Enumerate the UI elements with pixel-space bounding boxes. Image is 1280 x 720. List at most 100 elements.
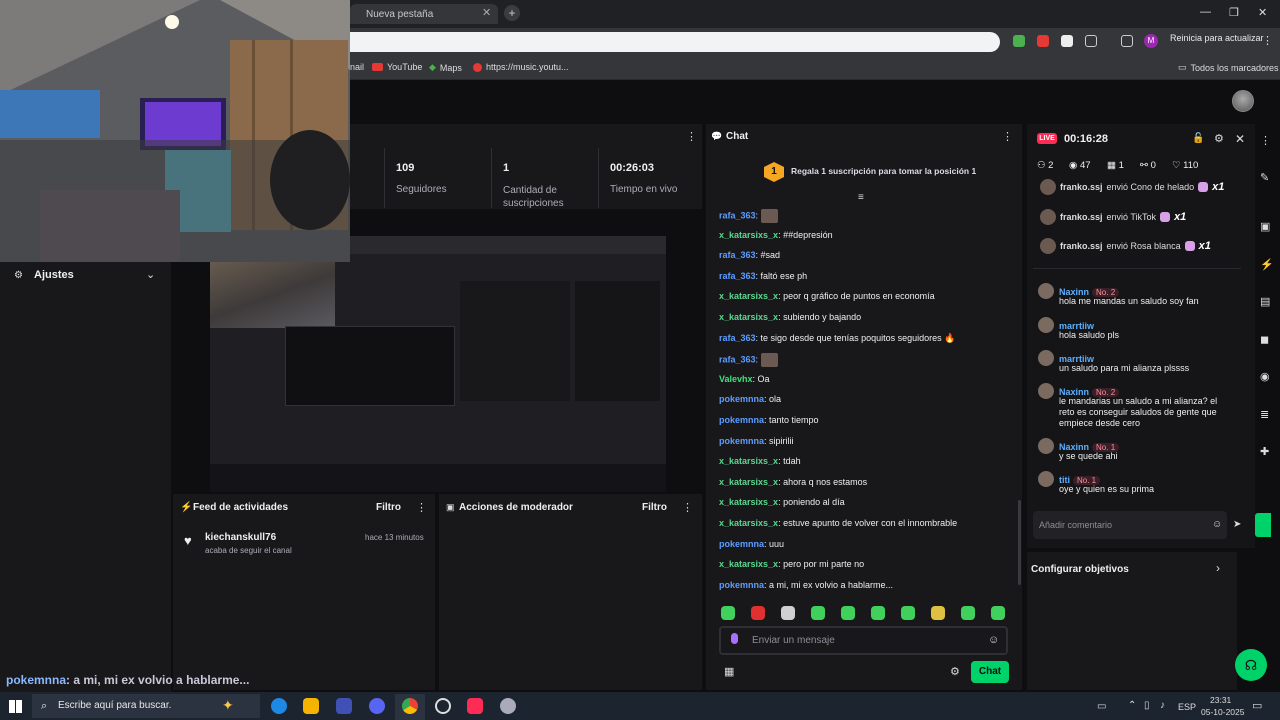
profile-avatar[interactable]: M bbox=[1144, 34, 1158, 48]
chat-username[interactable]: x_katarsixs_x bbox=[719, 518, 778, 528]
chat-username[interactable]: pokemnna bbox=[719, 394, 764, 404]
emote-button[interactable] bbox=[931, 606, 945, 620]
bookmark-maps[interactable]: ◆ Maps bbox=[429, 62, 462, 73]
chat-username[interactable]: pokemnna bbox=[719, 539, 764, 549]
restore-icon[interactable]: ❐ bbox=[1229, 6, 1239, 19]
chat-scrollbar[interactable] bbox=[1018, 500, 1021, 585]
avatar[interactable] bbox=[1038, 471, 1054, 487]
chat-username[interactable]: rafa_363 bbox=[719, 210, 756, 220]
chat-username[interactable]: pokemnna bbox=[719, 415, 764, 425]
media-icon[interactable] bbox=[1121, 35, 1133, 47]
close-icon[interactable]: ✕ bbox=[1258, 6, 1267, 19]
avatar[interactable] bbox=[1038, 438, 1054, 454]
chat-username[interactable]: rafa_363 bbox=[719, 250, 756, 260]
gear-icon[interactable]: ⚙ bbox=[950, 665, 960, 678]
emote-button[interactable] bbox=[961, 606, 975, 620]
emote-button[interactable] bbox=[871, 606, 885, 620]
notification-icon[interactable]: ▭ bbox=[1252, 699, 1262, 712]
chat-username[interactable]: x_katarsixs_x bbox=[719, 477, 778, 487]
chat-username[interactable]: x_katarsixs_x bbox=[719, 230, 778, 240]
discord-icon[interactable] bbox=[369, 698, 385, 714]
update-button[interactable]: Reinicia para actualizar bbox=[1170, 33, 1264, 43]
new-tab-icon[interactable]: + bbox=[504, 5, 520, 21]
emoji-icon[interactable]: ☺ bbox=[1212, 519, 1222, 530]
emote-button[interactable] bbox=[841, 606, 855, 620]
close-icon[interactable]: ✕ bbox=[1235, 132, 1245, 146]
more-icon[interactable]: ⋮ bbox=[1002, 130, 1013, 143]
more-icon[interactable]: ⋮ bbox=[1260, 134, 1271, 147]
chat-username[interactable]: x_katarsixs_x bbox=[719, 291, 778, 301]
bookmark-youtube[interactable]: YouTube bbox=[372, 62, 422, 72]
gift-user[interactable]: franko.ssj bbox=[1060, 241, 1103, 251]
volume-icon[interactable]: ♪ bbox=[1160, 700, 1165, 711]
chevron-up-icon[interactable]: ⌃ bbox=[1128, 700, 1136, 711]
feed-user[interactable]: kiechanskull76 bbox=[205, 532, 276, 543]
tiktok-icon[interactable] bbox=[467, 698, 483, 714]
gift-user[interactable]: franko.ssj bbox=[1060, 182, 1103, 192]
folder-icon[interactable] bbox=[303, 698, 319, 714]
list-icon[interactable]: ≣ bbox=[1260, 408, 1269, 421]
emote-button[interactable] bbox=[811, 606, 825, 620]
emote-button[interactable] bbox=[781, 606, 795, 620]
chat-username[interactable]: x_katarsixs_x bbox=[719, 497, 778, 507]
mod-filter-button[interactable]: Filtro bbox=[642, 502, 667, 513]
chat-username[interactable]: rafa_363 bbox=[719, 355, 756, 365]
gear-icon[interactable]: ⚙ bbox=[1214, 132, 1224, 145]
gift-icon[interactable]: ▦ bbox=[724, 665, 734, 678]
chat-username[interactable]: pokemnna bbox=[719, 436, 764, 446]
settings-label[interactable]: Ajustes bbox=[34, 269, 74, 281]
gift-banner-text[interactable]: Regala 1 suscripción para tomar la posic… bbox=[791, 166, 976, 176]
store-icon[interactable] bbox=[336, 698, 352, 714]
chat-username[interactable]: x_katarsixs_x bbox=[719, 456, 778, 466]
chrome-icon[interactable] bbox=[402, 698, 418, 714]
gift-user[interactable]: franko.ssj bbox=[1060, 212, 1103, 222]
chat-username[interactable]: rafa_363 bbox=[719, 271, 756, 281]
emote-button[interactable] bbox=[901, 606, 915, 620]
avatar[interactable] bbox=[1038, 283, 1054, 299]
emote-button[interactable] bbox=[721, 606, 735, 620]
language-indicator[interactable]: ESP bbox=[1178, 702, 1196, 712]
lock-icon[interactable]: 🔓 bbox=[1192, 133, 1204, 144]
browser-tab[interactable]: Nueva pestaña bbox=[350, 4, 498, 24]
collapse-icon[interactable]: ≡ bbox=[858, 192, 864, 203]
bolt-icon[interactable]: ⚡ bbox=[1260, 258, 1274, 271]
edge-icon[interactable] bbox=[271, 698, 287, 714]
emoji-icon[interactable]: ☺ bbox=[988, 634, 999, 646]
camera-icon[interactable]: ▣ bbox=[1260, 220, 1270, 233]
pencil-icon[interactable]: ✎ bbox=[1260, 171, 1269, 184]
chat-username[interactable]: pokemnna bbox=[719, 580, 764, 590]
obs-icon[interactable] bbox=[435, 698, 451, 714]
document-icon[interactable]: ▤ bbox=[1260, 295, 1270, 308]
more-icon[interactable]: ⋮ bbox=[686, 130, 697, 143]
chat-icon[interactable]: ◼ bbox=[1260, 333, 1269, 346]
avatar[interactable] bbox=[1038, 317, 1054, 333]
chat-send-button[interactable]: Chat bbox=[971, 661, 1009, 683]
more-icon[interactable]: ⋮ bbox=[682, 501, 693, 514]
extension-icon[interactable] bbox=[1061, 35, 1073, 47]
objectives-label[interactable]: Configurar objetivos bbox=[1031, 564, 1129, 575]
shield-icon[interactable] bbox=[1013, 35, 1025, 47]
sparkle-icon[interactable]: ✦ bbox=[222, 697, 234, 714]
activity-filter-button[interactable]: Filtro bbox=[376, 502, 401, 513]
chat-username[interactable]: rafa_363 bbox=[719, 333, 756, 343]
broadcast-icon[interactable]: ◉ bbox=[1260, 370, 1270, 383]
chat-username[interactable]: x_katarsixs_x bbox=[719, 559, 778, 569]
chevron-right-icon[interactable]: › bbox=[1216, 561, 1220, 575]
network-icon[interactable]: ▯ bbox=[1144, 700, 1150, 711]
emote-button[interactable] bbox=[991, 606, 1005, 620]
emote-button[interactable] bbox=[751, 606, 765, 620]
clock-time[interactable]: 23:31 bbox=[1210, 695, 1231, 705]
chat-username[interactable]: Valevhx bbox=[719, 374, 753, 384]
send-icon[interactable]: ➤ bbox=[1233, 519, 1241, 530]
puzzle-icon[interactable] bbox=[1085, 35, 1097, 47]
support-icon[interactable]: ☊ bbox=[1235, 649, 1267, 681]
bookmark-gmail[interactable]: nail bbox=[350, 62, 364, 72]
extension-icon[interactable] bbox=[1037, 35, 1049, 47]
more-icon[interactable]: ⋮ bbox=[416, 501, 427, 514]
mic-icon[interactable] bbox=[731, 633, 738, 644]
chat-username[interactable]: x_katarsixs_x bbox=[719, 312, 778, 322]
user-avatar[interactable] bbox=[1232, 90, 1254, 112]
clapper-icon[interactable] bbox=[1255, 513, 1271, 537]
avatar[interactable] bbox=[1038, 350, 1054, 366]
all-bookmarks[interactable]: ▭ Todos los marcadores bbox=[1178, 62, 1279, 73]
